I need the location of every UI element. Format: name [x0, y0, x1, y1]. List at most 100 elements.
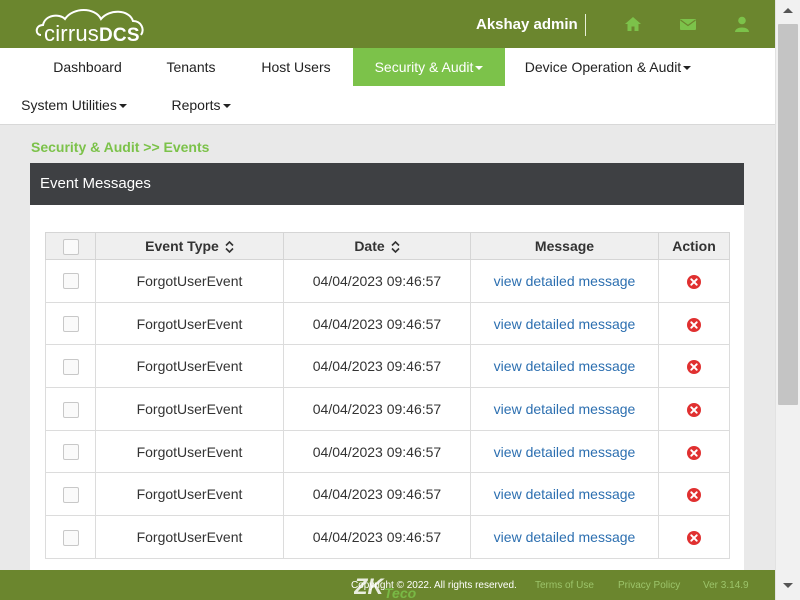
view-detailed-message-link[interactable]: view detailed message: [494, 444, 636, 460]
row-checkbox[interactable]: [62, 529, 79, 546]
message-cell: view detailed message: [470, 515, 659, 559]
nav-label: Security & Audit: [374, 59, 474, 75]
message-cell: view detailed message: [470, 387, 659, 431]
delete-icon[interactable]: [687, 488, 701, 503]
event-type-cell: ForgotUserEvent: [95, 387, 284, 431]
nav-label: Dashboard: [53, 59, 122, 75]
date-cell: 04/04/2023 09:46:57: [283, 429, 471, 474]
nav-host-users[interactable]: Host Users: [250, 48, 342, 86]
row-select-cell: [45, 259, 96, 303]
action-cell: [658, 429, 730, 474]
row-checkbox[interactable]: [62, 316, 79, 333]
nav-device-operation-audit[interactable]: Device Operation & Audit: [523, 48, 693, 86]
nav-dashboard[interactable]: Dashboard: [40, 48, 135, 86]
chevron-down-icon: [475, 66, 484, 71]
vertical-scrollbar[interactable]: [775, 0, 800, 600]
row-select-cell: [45, 301, 96, 346]
logo-cirrus: cirrus: [44, 21, 99, 46]
date-cell: 04/04/2023 09:46:57: [283, 472, 471, 517]
table-row: ForgotUserEvent 04/04/2023 09:46:57 view d…: [45, 472, 730, 517]
nav-reports[interactable]: Reports: [168, 86, 234, 124]
nav-security-audit[interactable]: Security & Audit: [353, 48, 505, 86]
delete-icon[interactable]: [687, 445, 701, 460]
events-table: Event Type Date Message Action ForgotUse…: [45, 232, 730, 559]
nav-label: Host Users: [261, 59, 331, 75]
view-detailed-message-link[interactable]: view detailed message: [494, 486, 636, 502]
chevron-down-icon: [222, 104, 231, 109]
user-icon[interactable]: [733, 15, 751, 33]
row-select-cell: [45, 472, 96, 517]
event-type-cell: ForgotUserEvent: [95, 259, 284, 303]
scroll-down-icon[interactable]: [783, 583, 793, 588]
row-select-cell: [45, 515, 96, 559]
table-row: ForgotUserEvent 04/04/2023 09:46:57 view d…: [45, 344, 730, 389]
row-select-cell: [45, 344, 96, 389]
nav-tenants[interactable]: Tenants: [155, 48, 227, 86]
date-cell: 04/04/2023 09:46:57: [283, 515, 471, 559]
row-checkbox[interactable]: [62, 486, 79, 503]
table-row: ForgotUserEvent 04/04/2023 09:46:57 view d…: [45, 301, 730, 346]
nav-system-utilities[interactable]: System Utilities: [18, 86, 130, 124]
table-row: ForgotUserEvent 04/04/2023 09:46:57 view d…: [45, 515, 730, 559]
event-type-cell: ForgotUserEvent: [95, 301, 284, 346]
view-detailed-message-link[interactable]: view detailed message: [494, 401, 636, 417]
user-name[interactable]: Akshay admin: [476, 16, 578, 33]
row-checkbox[interactable]: [62, 401, 79, 418]
message-cell: view detailed message: [470, 301, 659, 346]
action-cell: [658, 301, 730, 346]
nav-label: Device Operation & Audit: [524, 59, 682, 75]
envelope-icon[interactable]: [679, 15, 697, 33]
row-checkbox[interactable]: [62, 444, 79, 461]
delete-icon[interactable]: [687, 274, 701, 289]
select-all-cell: [45, 232, 96, 260]
scrollbar-thumb[interactable]: [778, 24, 798, 405]
select-all-checkbox[interactable]: [62, 238, 79, 255]
column-header-date[interactable]: Date: [283, 232, 471, 260]
column-header-event-type[interactable]: Event Type: [95, 232, 284, 260]
message-cell: view detailed message: [470, 344, 659, 389]
event-type-cell: ForgotUserEvent: [95, 344, 284, 389]
date-cell: 04/04/2023 09:46:57: [283, 387, 471, 431]
sort-icon: [225, 241, 234, 254]
message-cell: view detailed message: [470, 259, 659, 303]
date-cell: 04/04/2023 09:46:57: [283, 344, 471, 389]
action-cell: [658, 387, 730, 431]
row-select-cell: [45, 429, 96, 474]
header-divider: [585, 14, 586, 36]
delete-icon[interactable]: [687, 317, 701, 332]
copyright-text: Copyright © 2022. All rights reserved.: [351, 580, 517, 591]
row-select-cell: [45, 387, 96, 431]
column-header-message: Message: [470, 232, 659, 260]
top-header: cirrusDCS Akshay admin: [0, 0, 775, 48]
column-header-action: Action: [658, 232, 730, 260]
view-detailed-message-link[interactable]: view detailed message: [494, 358, 636, 374]
date-cell: 04/04/2023 09:46:57: [283, 259, 471, 303]
delete-icon[interactable]: [687, 360, 701, 375]
row-checkbox[interactable]: [62, 273, 79, 290]
action-cell: [658, 515, 730, 559]
terms-of-use-link[interactable]: Terms of Use: [535, 580, 594, 591]
privacy-policy-link[interactable]: Privacy Policy: [618, 580, 680, 591]
message-cell: view detailed message: [470, 429, 659, 474]
event-type-cell: ForgotUserEvent: [95, 515, 284, 559]
scroll-up-icon[interactable]: [783, 8, 793, 13]
view-detailed-message-link[interactable]: view detailed message: [494, 529, 636, 545]
nav-label: Tenants: [166, 59, 216, 75]
event-messages-panel: Event Messages Event Type Date Message A…: [30, 163, 744, 600]
event-type-cell: ForgotUserEvent: [95, 429, 284, 474]
delete-icon[interactable]: [687, 403, 701, 418]
home-icon[interactable]: [624, 15, 642, 33]
message-cell: view detailed message: [470, 472, 659, 517]
logo-dcs: DCS: [98, 25, 140, 46]
chevron-down-icon: [683, 66, 692, 71]
action-cell: [658, 259, 730, 303]
delete-icon[interactable]: [687, 531, 701, 546]
event-type-cell: ForgotUserEvent: [95, 472, 284, 517]
view-detailed-message-link[interactable]: view detailed message: [494, 316, 636, 332]
row-checkbox[interactable]: [62, 358, 79, 375]
nav-label: Reports: [171, 97, 221, 113]
breadcrumb: Security & Audit >> Events: [31, 139, 210, 155]
sort-icon: [391, 241, 400, 254]
view-detailed-message-link[interactable]: view detailed message: [494, 273, 636, 289]
logo-wordmark: cirrusDCS: [44, 21, 140, 47]
